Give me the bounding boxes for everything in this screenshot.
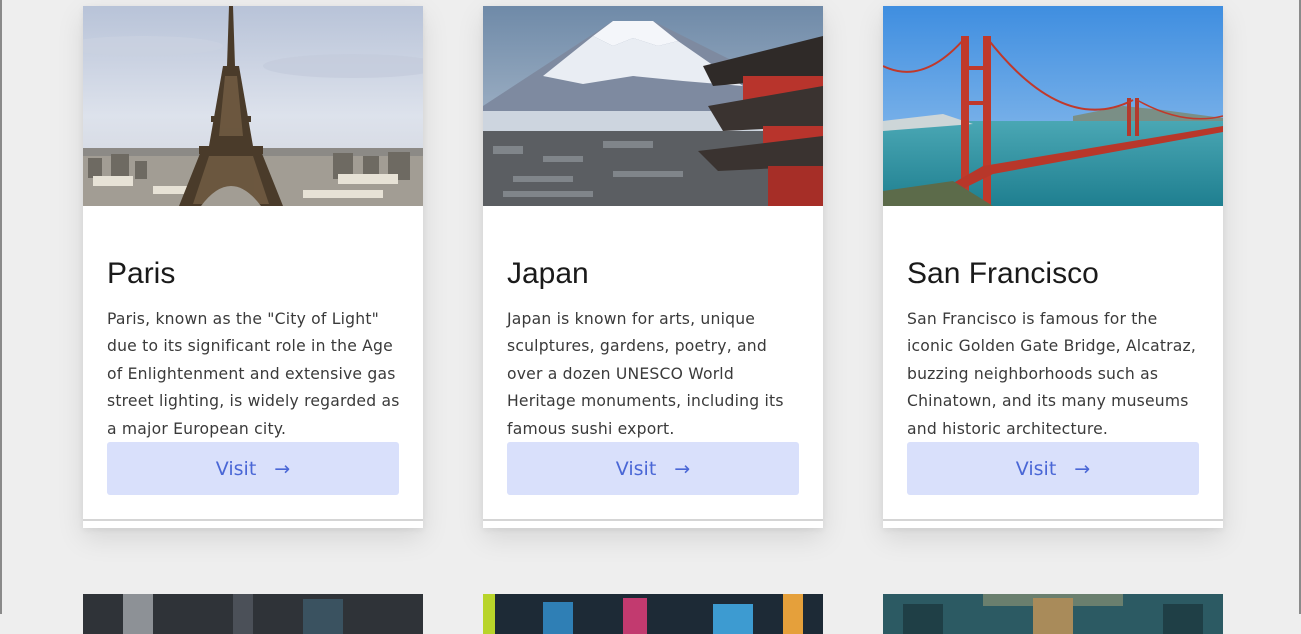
arrow-right-icon: → <box>1074 457 1091 480</box>
card-description: Paris, known as the "City of Light" due … <box>107 310 400 438</box>
destination-card-row2-2 <box>483 594 823 634</box>
san-francisco-image <box>883 6 1223 206</box>
destination-card-san-francisco: San Francisco San Francisco is famous fo… <box>883 6 1223 528</box>
paris-image <box>83 6 423 206</box>
card-title: Paris <box>107 257 176 290</box>
destination-card-row2-1 <box>83 594 423 634</box>
card-divider <box>483 519 823 521</box>
window-frame-left <box>0 0 2 614</box>
card-divider <box>883 519 1223 521</box>
destination-card-paris: Paris Paris, known as the "City of Light… <box>83 6 423 528</box>
card-divider <box>83 519 423 521</box>
arrow-right-icon: → <box>274 457 291 480</box>
destination-card-row2-3 <box>883 594 1223 634</box>
card-title: Japan <box>507 257 589 290</box>
visit-button-label: Visit <box>1015 457 1057 480</box>
japan-image <box>483 6 823 206</box>
card-description: Japan is known for arts, unique sculptur… <box>507 310 784 438</box>
visit-button-japan[interactable]: Visit → <box>507 442 799 495</box>
arrow-right-icon: → <box>674 457 691 480</box>
visit-button-paris[interactable]: Visit → <box>107 442 399 495</box>
visit-button-san-francisco[interactable]: Visit → <box>907 442 1199 495</box>
card-description: San Francisco is famous for the iconic G… <box>907 310 1197 438</box>
visit-button-label: Visit <box>615 457 657 480</box>
destination-card-japan: Japan Japan is known for arts, unique sc… <box>483 6 823 528</box>
card-title: San Francisco <box>907 257 1099 290</box>
visit-button-label: Visit <box>215 457 257 480</box>
